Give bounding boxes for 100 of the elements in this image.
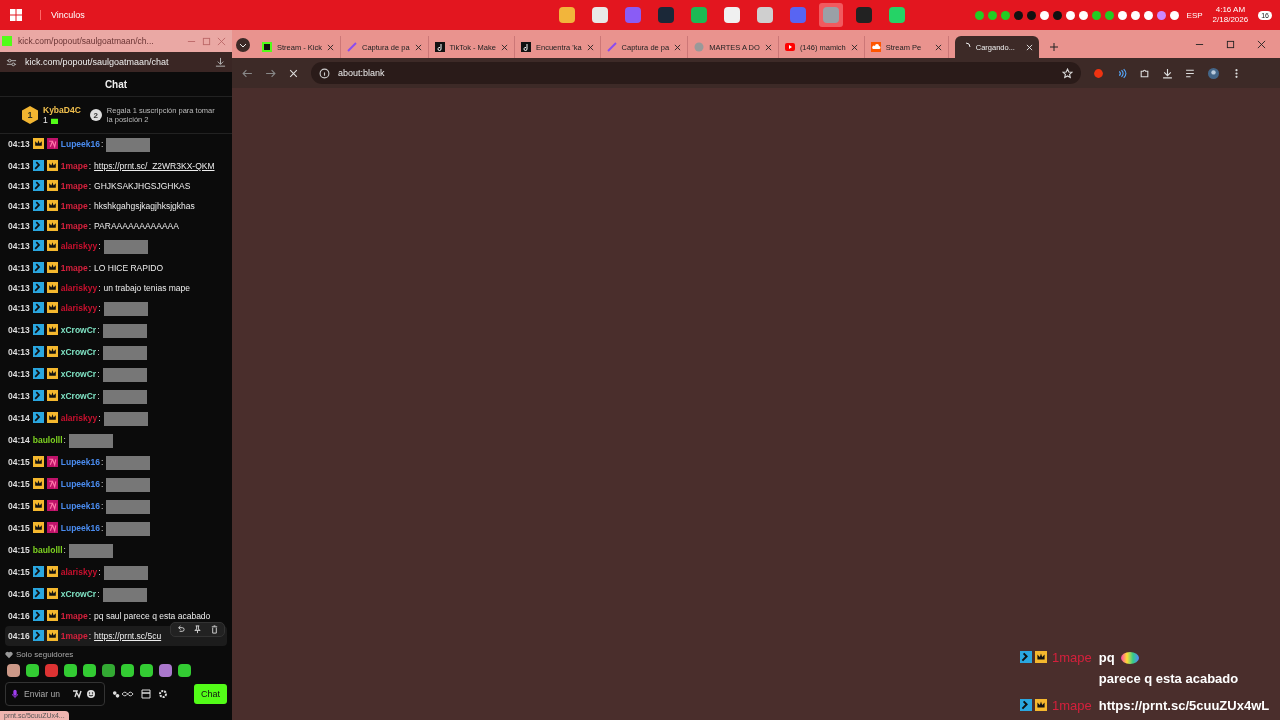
emote-icon[interactable] bbox=[102, 664, 115, 677]
username[interactable]: 1mape bbox=[60, 160, 88, 172]
close-icon[interactable] bbox=[414, 43, 422, 51]
gift-icon bbox=[50, 116, 58, 124]
username[interactable]: 1mape bbox=[60, 262, 88, 274]
emote-icon[interactable] bbox=[159, 664, 172, 677]
pin-icon[interactable] bbox=[193, 625, 202, 634]
username[interactable]: Lupeek16 bbox=[60, 478, 100, 490]
globe-icon bbox=[694, 42, 705, 52]
address-bar[interactable]: about:blank bbox=[311, 62, 1081, 84]
close-icon[interactable] bbox=[674, 43, 682, 51]
emote-icon[interactable] bbox=[26, 664, 39, 677]
message-time: 04:16 bbox=[8, 588, 30, 600]
stop-icon[interactable] bbox=[288, 67, 299, 79]
new-tab-icon[interactable] bbox=[1048, 42, 1059, 52]
overlay-text: pq bbox=[1098, 649, 1115, 667]
username[interactable]: baulolll bbox=[32, 544, 63, 556]
store-icon[interactable] bbox=[141, 689, 151, 699]
close-icon[interactable] bbox=[850, 43, 858, 51]
username[interactable]: baulolll bbox=[32, 434, 63, 446]
emote-icon[interactable] bbox=[64, 664, 77, 677]
info-icon[interactable] bbox=[319, 67, 330, 79]
tag-badge-icon bbox=[46, 500, 58, 511]
username[interactable]: 1mape bbox=[60, 200, 88, 212]
chat-send-button[interactable]: Chat bbox=[194, 684, 227, 704]
emoji-icon[interactable] bbox=[86, 689, 96, 699]
record-icon[interactable] bbox=[1093, 67, 1104, 79]
settings-icon[interactable] bbox=[158, 689, 168, 699]
close-icon[interactable] bbox=[934, 43, 942, 51]
message-time: 04:13 bbox=[8, 220, 30, 232]
media-list-icon[interactable] bbox=[1185, 67, 1196, 79]
crown-badge-icon bbox=[46, 588, 58, 599]
message-text: un trabajo tenias mape bbox=[103, 283, 190, 293]
username[interactable]: Lupeek16 bbox=[60, 522, 100, 534]
colon: : bbox=[97, 588, 100, 600]
username[interactable]: Lupeek16 bbox=[60, 500, 100, 512]
close-icon[interactable] bbox=[586, 43, 594, 51]
trash-icon[interactable] bbox=[210, 625, 219, 634]
message-time: 04:16 bbox=[8, 630, 30, 642]
message-time: 04:14 bbox=[8, 434, 30, 446]
dots-infinity-icon[interactable] bbox=[112, 689, 134, 699]
image-placeholder bbox=[102, 368, 147, 382]
maximize-icon[interactable] bbox=[1226, 40, 1235, 49]
cloud-icon bbox=[870, 42, 881, 52]
message-input[interactable]: Enviar un bbox=[24, 689, 68, 699]
username[interactable]: 1mape bbox=[60, 610, 88, 622]
emote-icon[interactable] bbox=[45, 664, 58, 677]
close-icon[interactable] bbox=[1257, 40, 1266, 49]
close-icon[interactable] bbox=[500, 43, 508, 51]
overlay-text: parece q esta acabado bbox=[1098, 670, 1239, 688]
undo-icon[interactable] bbox=[176, 625, 185, 634]
crown-badge-icon bbox=[46, 200, 58, 211]
clock-date: 2/18/2026 bbox=[1212, 15, 1249, 25]
username[interactable]: 1mape bbox=[60, 180, 88, 192]
emote-icon[interactable] bbox=[140, 664, 153, 677]
back-arrow-icon[interactable] bbox=[242, 67, 253, 79]
crown-badge-icon bbox=[46, 240, 58, 251]
crown-badge-icon bbox=[46, 412, 58, 423]
download-icon[interactable] bbox=[215, 56, 226, 68]
emote-icon[interactable] bbox=[178, 664, 191, 677]
username[interactable]: xCrowCr bbox=[60, 346, 97, 358]
username[interactable]: Lupeek16 bbox=[60, 138, 100, 150]
square-logo-icon bbox=[262, 42, 272, 52]
username[interactable]: 1mape bbox=[60, 220, 88, 232]
close-icon[interactable] bbox=[764, 43, 772, 51]
crown-badge-icon bbox=[46, 302, 58, 313]
username[interactable]: xCrowCr bbox=[60, 588, 97, 600]
message-time: 04:13 bbox=[8, 262, 30, 274]
star-icon[interactable] bbox=[1062, 67, 1073, 79]
windows-logo-icon[interactable] bbox=[10, 9, 22, 21]
message-link[interactable]: https://prnt.sc/5cu bbox=[94, 631, 162, 641]
message-link[interactable]: https://prnt.sc/_Z2WR3KX-QKM bbox=[94, 161, 215, 171]
colon: : bbox=[98, 412, 101, 424]
tab-search-icon[interactable] bbox=[236, 38, 250, 52]
download-icon[interactable] bbox=[1162, 67, 1173, 79]
microphone-icon[interactable] bbox=[10, 689, 20, 699]
username[interactable]: Lupeek16 bbox=[60, 456, 100, 468]
rank-badge: 1 bbox=[22, 106, 38, 124]
sound-wave-icon[interactable] bbox=[1116, 67, 1127, 79]
leader-name[interactable]: KybaD4C bbox=[43, 105, 81, 115]
emote-icon[interactable] bbox=[7, 664, 20, 677]
close-icon[interactable] bbox=[327, 43, 334, 51]
avatar-icon[interactable] bbox=[1208, 67, 1219, 79]
username[interactable]: xCrowCr bbox=[60, 324, 97, 336]
crown-badge-icon bbox=[46, 566, 58, 577]
emote-icon[interactable] bbox=[121, 664, 134, 677]
emote-icon[interactable] bbox=[83, 664, 96, 677]
message-time: 04:13 bbox=[8, 240, 30, 252]
toolbar-label[interactable]: Vinculos bbox=[40, 10, 85, 20]
colon: : bbox=[88, 630, 92, 642]
message-time: 04:15 bbox=[8, 522, 30, 534]
message-time: 04:15 bbox=[8, 500, 30, 512]
language-indicator[interactable]: ESP bbox=[1186, 10, 1203, 20]
forward-arrow-icon[interactable] bbox=[265, 67, 276, 79]
overlay-username: 1mape bbox=[1052, 697, 1092, 715]
image-placeholder bbox=[102, 346, 147, 360]
tag-badge-icon bbox=[46, 456, 58, 467]
username[interactable]: xCrowCr bbox=[60, 390, 97, 402]
crown-badge-icon bbox=[32, 456, 44, 467]
username[interactable]: xCrowCr bbox=[60, 368, 97, 380]
